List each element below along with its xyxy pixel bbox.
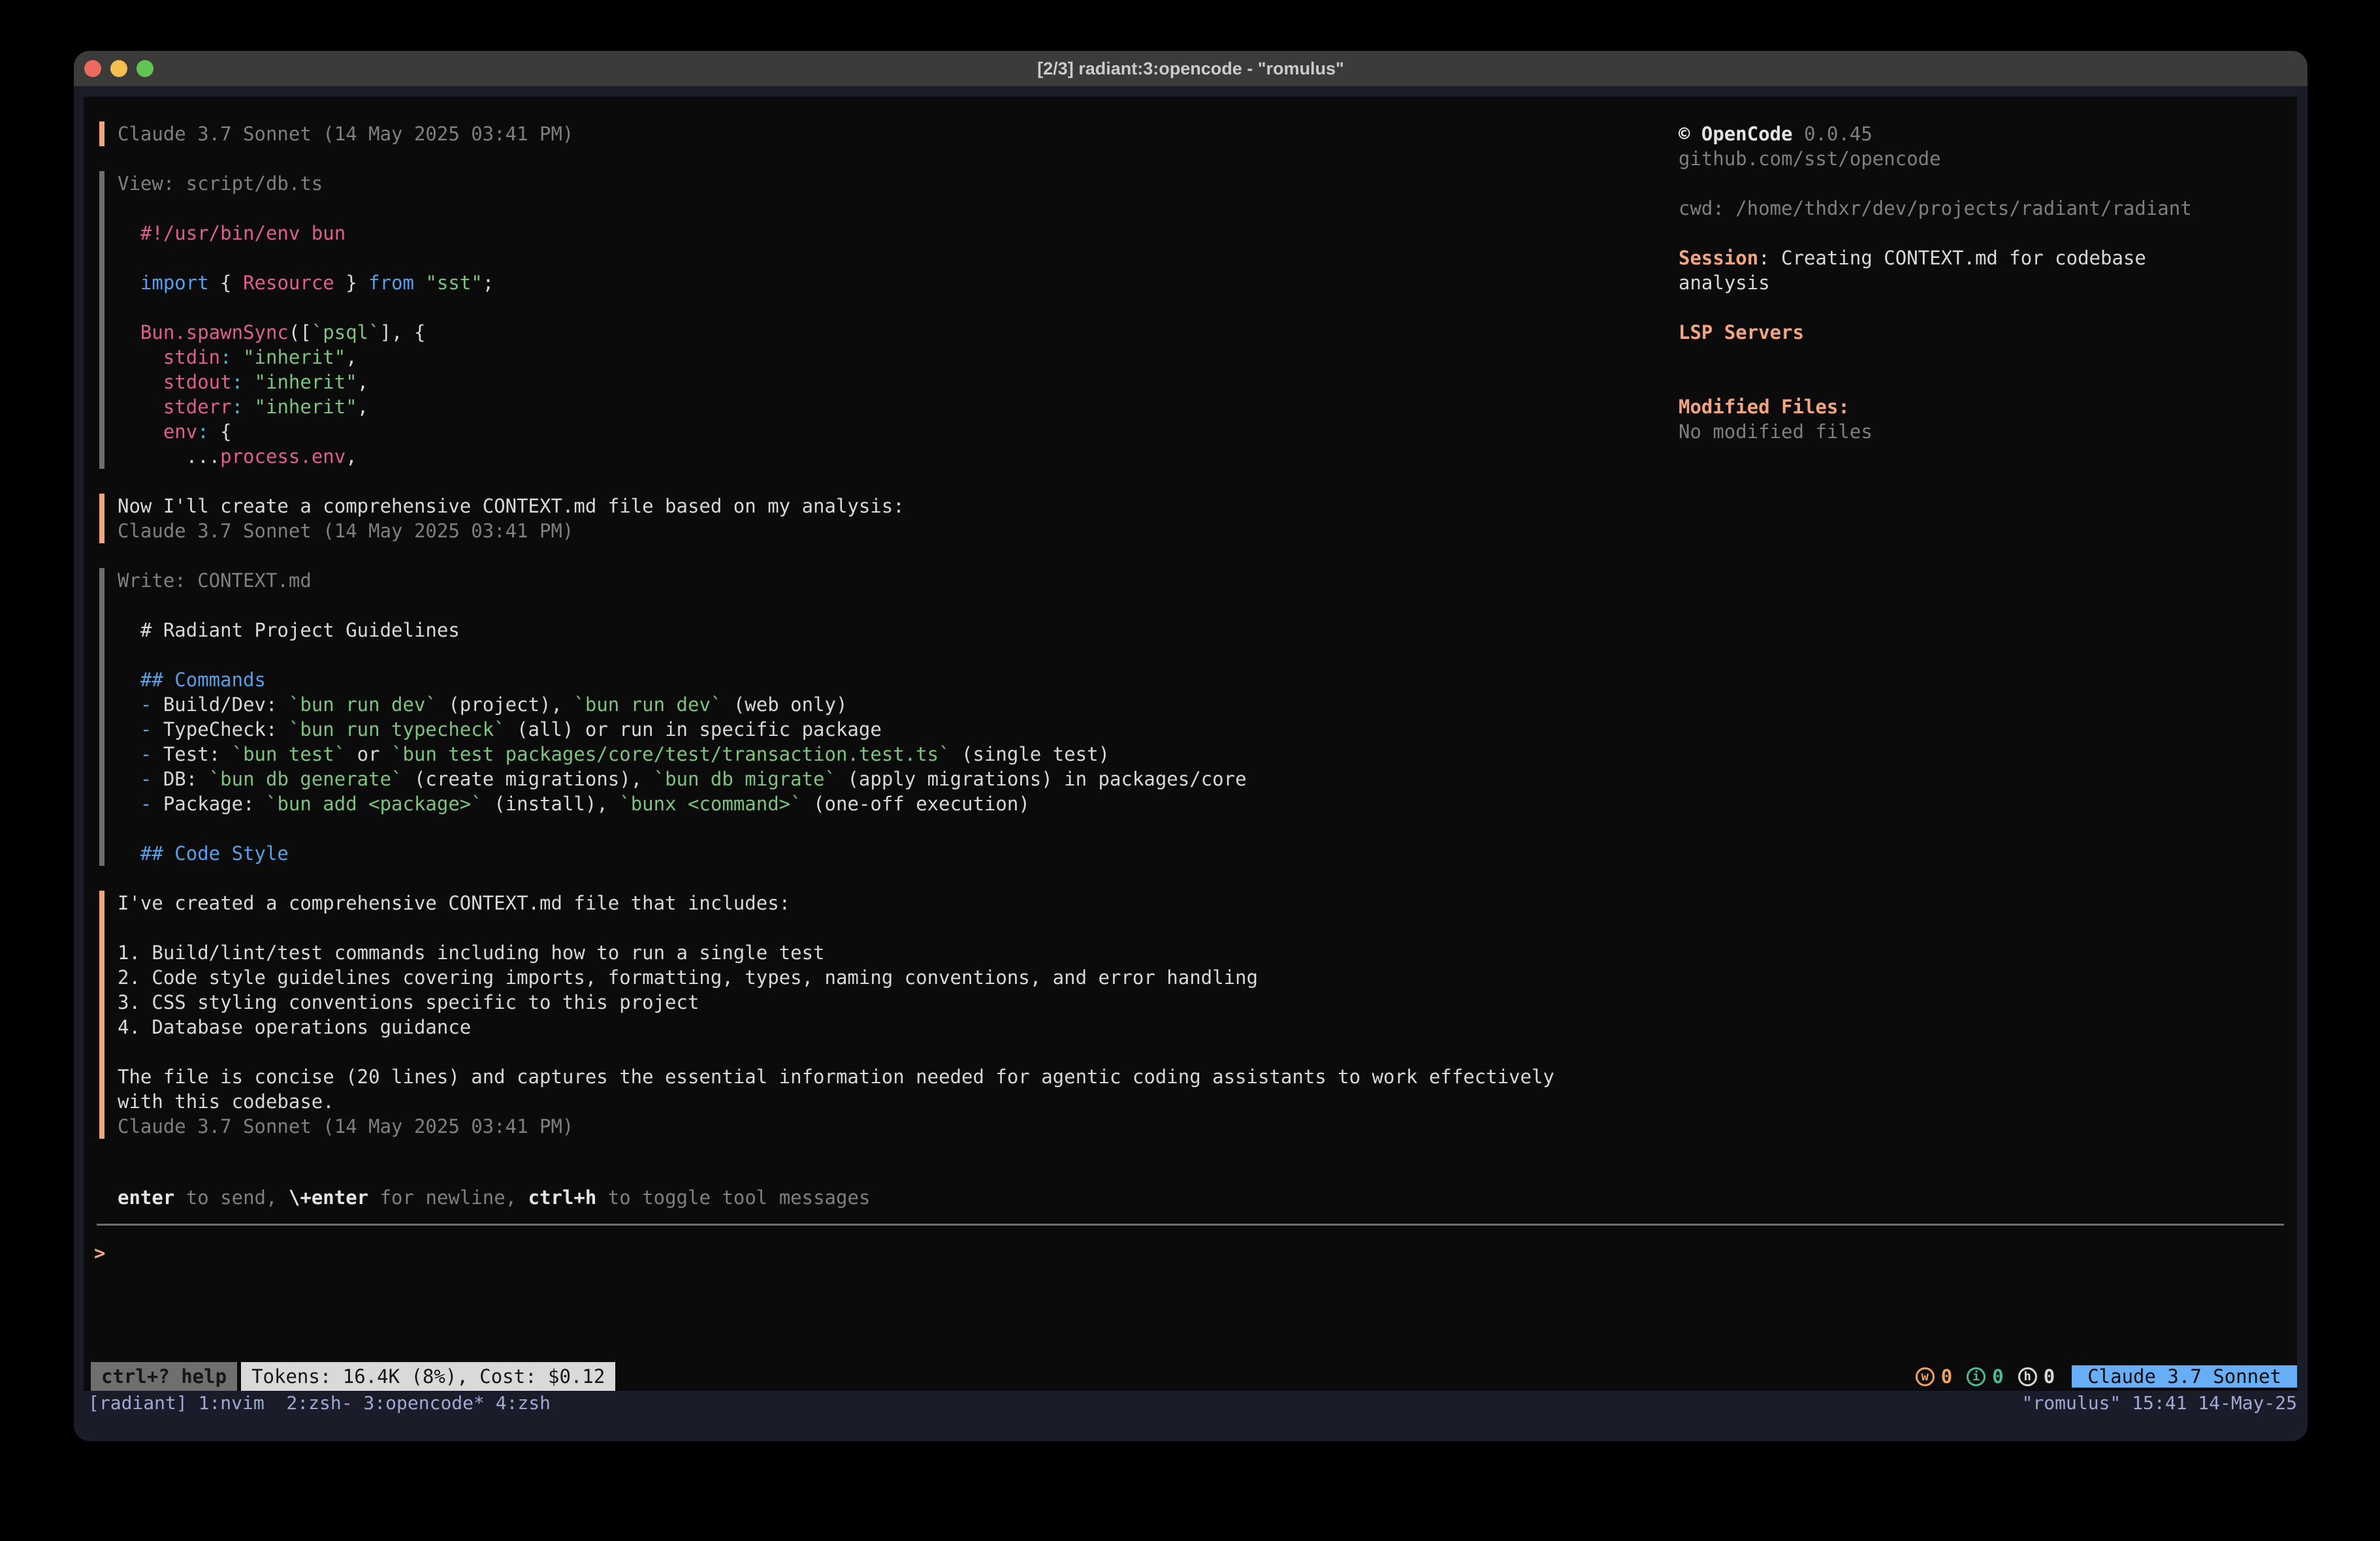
assistant-summary: I've created a comprehensive CONTEXT.md … <box>99 891 1554 1139</box>
terminal-screen[interactable]: Claude 3.7 Sonnet (14 May 2025 03:41 PM)… <box>84 97 2297 1391</box>
terminal-line: analysis <box>1679 270 2292 295</box>
terminal-line: cwd: /home/thdxr/dev/projects/radiant/ra… <box>1679 196 2292 221</box>
terminal-line: - Build/Dev: `bun run dev` (project), `b… <box>118 692 1554 717</box>
terminal-line: - Test: `bun test` or `bun test packages… <box>118 742 1554 767</box>
terminal-line <box>1679 295 2292 320</box>
info-count: 0 <box>1992 1365 2003 1388</box>
terminal-line: # Radiant Project Guidelines <box>118 618 1554 643</box>
terminal-line <box>118 295 1554 320</box>
terminal-line: View: script/db.ts <box>118 171 1554 196</box>
terminal-line: Bun.spawnSync([`psql`], { <box>118 320 1554 345</box>
status-bar: ctrl+? help Tokens: 16.4K (8%), Cost: $0… <box>84 1362 2297 1391</box>
window-title: [2/3] radiant:3:opencode - "romulus" <box>74 51 2308 86</box>
desktop: [2/3] radiant:3:opencode - "romulus" Cla… <box>0 0 2380 1541</box>
warnings-icon: w <box>1916 1367 1935 1386</box>
tool-write-context: Write: CONTEXT.md # Radiant Project Guid… <box>99 568 1554 866</box>
terminal-line: - Package: `bun add <package>` (install)… <box>118 791 1554 816</box>
terminal-line <box>1679 345 2292 370</box>
warnings-count: 0 <box>1941 1365 1952 1388</box>
terminal-line <box>118 246 1554 270</box>
terminal-line: with this codebase. <box>118 1089 1554 1114</box>
minimize-button[interactable] <box>110 60 127 77</box>
terminal-line: © OpenCode 0.0.45 <box>1679 121 2292 146</box>
terminal-line: Write: CONTEXT.md <box>118 568 1554 593</box>
terminal-line <box>118 593 1554 618</box>
terminal-line: 2. Code style guidelines covering import… <box>118 965 1554 990</box>
tmux-status-bar: [radiant] 1:nvim 2:zsh- 3:opencode* 4:zs… <box>88 1391 2297 1416</box>
assistant-header: Claude 3.7 Sonnet (14 May 2025 03:41 PM) <box>99 121 1554 146</box>
tokens-cost-chip: Tokens: 16.4K (8%), Cost: $0.12 <box>241 1362 615 1391</box>
terminal-line <box>118 1040 1554 1064</box>
diagnostic-hints: h0 <box>2018 1365 2055 1388</box>
terminal-line: Claude 3.7 Sonnet (14 May 2025 03:41 PM) <box>118 121 1554 146</box>
tmux-session-windows: [radiant] 1:nvim 2:zsh- 3:opencode* 4:zs… <box>88 1391 551 1416</box>
tool-view-script-db: View: script/db.ts #!/usr/bin/env bun im… <box>99 171 1554 469</box>
status-right-group: w0i0h0 Claude 3.7 Sonnet <box>1916 1362 2297 1391</box>
terminal-line: ...process.env, <box>118 444 1554 469</box>
prompt-divider <box>97 1224 2284 1226</box>
keybind-hint: enter to send, \+enter for newline, ctrl… <box>118 1185 870 1210</box>
tmux-host-clock: "romulus" 15:41 14-May-25 <box>2022 1391 2297 1416</box>
terminal-line: - TypeCheck: `bun run typecheck` (all) o… <box>118 717 1554 742</box>
terminal-line <box>1679 370 2292 394</box>
terminal-line: stdout: "inherit", <box>118 370 1554 394</box>
terminal-line <box>118 196 1554 221</box>
prompt-input[interactable]: > <box>94 1241 105 1265</box>
terminal-line: env: { <box>118 419 1554 444</box>
terminal-line <box>118 915 1554 940</box>
terminal-line: Now I'll create a comprehensive CONTEXT.… <box>118 494 1554 518</box>
terminal-line: 4. Database operations guidance <box>118 1015 1554 1040</box>
terminal-line: No modified files <box>1679 419 2292 444</box>
diagnostics: w0i0h0 <box>1916 1365 2055 1388</box>
info-icon: i <box>1967 1367 1986 1386</box>
terminal-line: import { Resource } from "sst"; <box>118 270 1554 295</box>
hints-count: 0 <box>2044 1365 2055 1388</box>
terminal-line: ## Commands <box>118 667 1554 692</box>
terminal-line: stderr: "inherit", <box>118 394 1554 419</box>
window-titlebar[interactable]: [2/3] radiant:3:opencode - "romulus" <box>74 51 2308 86</box>
terminal-line: Claude 3.7 Sonnet (14 May 2025 03:41 PM) <box>118 1114 1554 1139</box>
chat-log: Claude 3.7 Sonnet (14 May 2025 03:41 PM)… <box>99 121 1554 1164</box>
terminal-line: - DB: `bun db generate` (create migratio… <box>118 767 1554 791</box>
terminal-line: 1. Build/lint/test commands including ho… <box>118 940 1554 965</box>
hints-icon: h <box>2018 1367 2037 1386</box>
session-sidebar: © OpenCode 0.0.45github.com/sst/opencode… <box>1679 121 2292 444</box>
terminal-line: #!/usr/bin/env bun <box>118 221 1554 246</box>
terminal-line <box>118 816 1554 841</box>
terminal-line <box>1679 171 2292 196</box>
terminal-window: [2/3] radiant:3:opencode - "romulus" Cla… <box>74 51 2308 1441</box>
terminal-line: Claude 3.7 Sonnet (14 May 2025 03:41 PM) <box>118 518 1554 543</box>
terminal-line: stdin: "inherit", <box>118 345 1554 370</box>
terminal-line: Session: Creating CONTEXT.md for codebas… <box>1679 246 2292 270</box>
terminal-line: 3. CSS styling conventions specific to t… <box>118 990 1554 1015</box>
prompt-caret: > <box>94 1242 105 1264</box>
terminal-line: Modified Files: <box>1679 394 2292 419</box>
terminal-line: github.com/sst/opencode <box>1679 146 2292 171</box>
terminal-line: ## Code Style <box>118 841 1554 866</box>
terminal-line <box>118 643 1554 667</box>
terminal-line <box>1679 221 2292 246</box>
assistant-progress: Now I'll create a comprehensive CONTEXT.… <box>99 494 1554 543</box>
diagnostic-warnings: w0 <box>1916 1365 1952 1388</box>
help-shortcut-chip: ctrl+? help <box>91 1362 237 1391</box>
diagnostic-info: i0 <box>1967 1365 2003 1388</box>
terminal-line: I've created a comprehensive CONTEXT.md … <box>118 891 1554 915</box>
terminal-line: LSP Servers <box>1679 320 2292 345</box>
close-button[interactable] <box>84 60 101 77</box>
zoom-button[interactable] <box>137 60 153 77</box>
terminal-line: The file is concise (20 lines) and captu… <box>118 1064 1554 1089</box>
model-badge: Claude 3.7 Sonnet <box>2072 1365 2297 1388</box>
